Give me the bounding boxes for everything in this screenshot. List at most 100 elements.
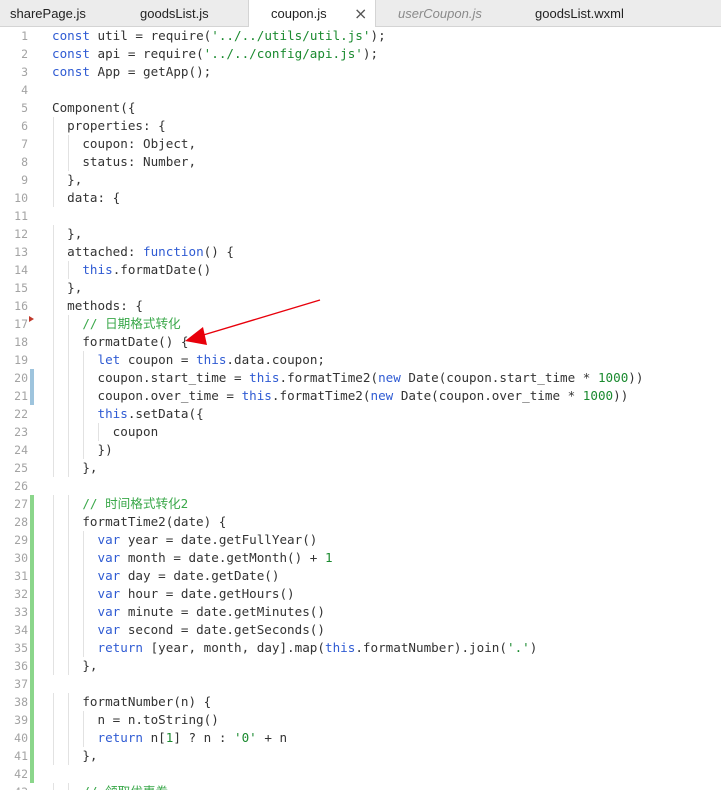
indent-guide [53, 423, 54, 441]
line-number: 38 [14, 695, 28, 709]
code-line[interactable]: status: Number, [52, 153, 196, 171]
code-line[interactable]: const util = require('../../utils/util.j… [52, 27, 386, 45]
line-number: 28 [14, 515, 28, 529]
indent-guide [53, 441, 54, 459]
code-line[interactable]: return [year, month, day].map(this.forma… [52, 639, 538, 657]
line-number: 31 [14, 569, 28, 583]
diff-marker [30, 711, 34, 729]
code-line[interactable]: coupon: Object, [52, 135, 196, 153]
code-line[interactable]: methods: { [52, 297, 143, 315]
code-line[interactable]: return n[1] ? n : '0' + n [52, 729, 288, 747]
line-number: 5 [21, 101, 28, 115]
indent-guide [83, 405, 85, 423]
code-line[interactable]: var year = date.getFullYear() [52, 531, 318, 549]
line-number: 36 [14, 659, 28, 673]
line-number: 7 [21, 137, 28, 151]
diff-marker [30, 369, 34, 387]
indent-guide [53, 459, 54, 477]
line-number: 35 [14, 641, 28, 655]
code-line[interactable]: var second = date.getSeconds() [52, 621, 325, 639]
indent-guide [68, 621, 70, 639]
indent-guide [53, 297, 54, 315]
tab-label: userCoupon.js [398, 6, 482, 21]
indent-guide [68, 333, 70, 351]
tab-label: sharePage.js [10, 6, 86, 21]
code-line[interactable]: let coupon = this.data.coupon; [52, 351, 326, 369]
tab-label: goodsList.js [140, 6, 209, 21]
code-line[interactable]: }, [52, 747, 97, 765]
code-line[interactable]: this.formatDate() [52, 261, 211, 279]
tab-goodslist-wxml[interactable]: goodsList.wxml [511, 0, 651, 27]
code-line[interactable]: formatNumber(n) { [52, 693, 211, 711]
code-line[interactable]: var hour = date.getHours() [52, 585, 295, 603]
indent-guide [68, 585, 70, 603]
code-line[interactable]: // 日期格式转化 [52, 315, 180, 333]
code-line[interactable]: this.setData({ [52, 405, 204, 423]
indent-guide [83, 369, 85, 387]
indent-guide [68, 747, 70, 765]
code-line[interactable]: }, [52, 459, 97, 477]
indent-guide [68, 783, 70, 790]
line-number: 14 [14, 263, 28, 277]
code-line[interactable]: }, [52, 171, 82, 189]
code-line[interactable]: coupon.over_time = this.formatTime2(new … [52, 387, 628, 405]
code-line[interactable]: }, [52, 279, 82, 297]
line-number: 39 [14, 713, 28, 727]
line-number: 22 [14, 407, 28, 421]
close-tab-icon[interactable]: × [354, 0, 367, 27]
indent-guide [68, 387, 70, 405]
code-line[interactable]: const api = require('../../config/api.js… [52, 45, 378, 63]
code-line[interactable]: attached: function() { [52, 243, 234, 261]
line-number: 13 [14, 245, 28, 259]
tab-coupon-js[interactable]: coupon.js × [248, 0, 376, 28]
indent-guide [68, 639, 70, 657]
tab-sharepage-js[interactable]: sharePage.js [0, 0, 120, 27]
line-number: 18 [14, 335, 28, 349]
line-number: 32 [14, 587, 28, 601]
indent-guide [83, 585, 85, 603]
code-line[interactable]: n = n.toString() [52, 711, 218, 729]
indent-guide [53, 387, 54, 405]
code-line[interactable]: formatTime2(date) { [52, 513, 226, 531]
code-line[interactable]: // 时间格式转化2 [52, 495, 188, 513]
indent-guide [53, 783, 54, 790]
diff-marker [30, 765, 34, 783]
tab-usercoupon-js[interactable]: userCoupon.js [376, 0, 511, 27]
code-line[interactable]: }, [52, 225, 82, 243]
indent-guide [53, 711, 54, 729]
code-line[interactable]: properties: { [52, 117, 166, 135]
line-number: 26 [14, 479, 28, 493]
code-editor[interactable]: 1 const util = require('../../utils/util.… [0, 27, 721, 790]
code-line[interactable]: }, [52, 657, 97, 675]
indent-guide [68, 729, 70, 747]
code-line[interactable]: var month = date.getMonth() + 1 [52, 549, 333, 567]
fold-arrow-icon[interactable] [29, 316, 34, 322]
diff-marker [30, 693, 34, 711]
indent-guide [53, 567, 54, 585]
indent-guide [83, 729, 85, 747]
indent-guide [53, 279, 54, 297]
line-number: 33 [14, 605, 28, 619]
indent-guide [53, 603, 54, 621]
diff-marker [30, 621, 34, 639]
indent-guide [68, 135, 70, 153]
indent-guide [68, 495, 70, 513]
line-number: 19 [14, 353, 28, 367]
tab-goodslist-js[interactable]: goodsList.js [120, 0, 248, 27]
code-line[interactable]: coupon.start_time = this.formatTime2(new… [52, 369, 643, 387]
indent-guide [53, 549, 54, 567]
diff-marker [30, 747, 34, 765]
indent-guide [53, 639, 54, 657]
indent-guide [83, 423, 85, 441]
code-line[interactable]: const App = getApp(); [52, 63, 211, 81]
code-line[interactable]: data: { [52, 189, 120, 207]
indent-guide [68, 405, 70, 423]
indent-guide [68, 441, 70, 459]
diff-marker [30, 567, 34, 585]
code-line[interactable]: var day = date.getDate() [52, 567, 280, 585]
line-number: 40 [14, 731, 28, 745]
code-line[interactable]: Component({ [52, 99, 135, 117]
code-line[interactable]: formatDate() { [52, 333, 188, 351]
code-line[interactable]: var minute = date.getMinutes() [52, 603, 325, 621]
code-line[interactable]: // 领取优惠券 [52, 783, 168, 790]
